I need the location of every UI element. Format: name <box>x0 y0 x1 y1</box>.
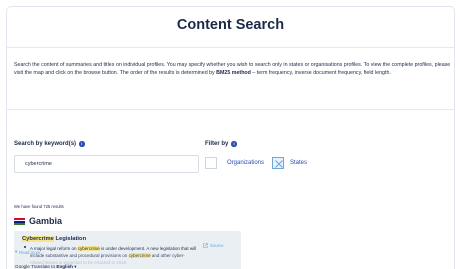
results-count: We have found 725 results <box>14 204 64 209</box>
external-link-icon <box>203 243 208 248</box>
source-link[interactable]: Source <box>203 243 224 248</box>
bullet-icon <box>24 246 26 248</box>
filter-states-label[interactable]: States <box>290 160 307 166</box>
page-title: Content Search <box>176 17 285 33</box>
filter-organizations-label[interactable]: Organizations <box>227 160 264 166</box>
info-icon[interactable]: i <box>79 141 85 147</box>
result-title[interactable]: Cybercrime Legislation <box>22 236 86 242</box>
title-divider <box>7 47 454 48</box>
gambia-flag-icon <box>14 218 25 226</box>
search-label: Search by keyword(s) i <box>14 141 85 147</box>
info-icon[interactable]: i <box>231 141 237 147</box>
filter-organizations-checkbox[interactable] <box>205 157 217 169</box>
content-search-panel: Content Search Search the content of sum… <box>6 6 455 269</box>
country-heading: Gambia <box>29 216 63 226</box>
filter-label: Filter by i <box>205 141 237 147</box>
search-input[interactable] <box>14 155 199 173</box>
checkmark-icon <box>275 160 283 168</box>
google-translate-control[interactable]: Google Translate to English ▾ <box>15 264 77 269</box>
filter-states-checkbox[interactable] <box>272 157 284 169</box>
caret-down-icon: ▾ <box>74 264 77 269</box>
read-more-link[interactable]: ▾ Read more <box>15 249 40 255</box>
section-divider <box>7 109 454 110</box>
chevron-down-icon: ▾ <box>15 249 18 254</box>
intro-text: Search the content of summaries and titl… <box>14 62 451 77</box>
result-excerpt: A major legal reform on cybercrime is un… <box>30 246 197 265</box>
translate-language[interactable]: English <box>56 264 73 269</box>
intro-bold-method: BM25 method <box>216 70 251 77</box>
